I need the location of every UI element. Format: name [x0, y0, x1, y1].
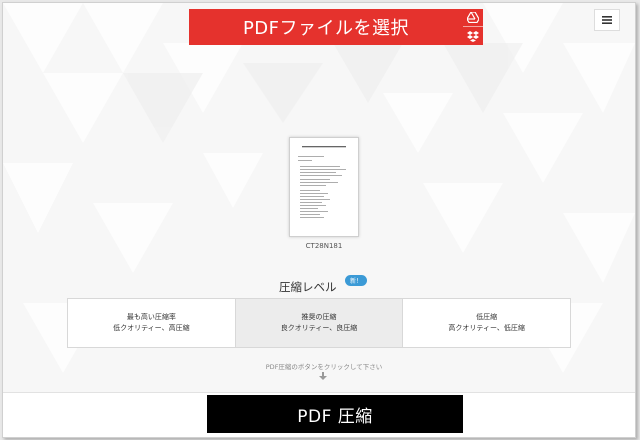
option-recommended-compression[interactable]: 推奨の圧縮 良クオリティー、良圧縮 [235, 299, 404, 347]
compress-pdf-label: PDF 圧縮 [297, 406, 373, 427]
option-description: 高クオリティー、低圧縮 [448, 324, 525, 332]
option-extreme-compression[interactable]: 最も高い圧縮率 低クオリティー、高圧縮 [68, 299, 236, 347]
document-preview-image [298, 146, 346, 218]
hamburger-menu-icon [602, 16, 612, 24]
dropbox-button[interactable] [463, 27, 483, 45]
option-title: 推奨の圧縮 [301, 313, 337, 321]
new-badge: 新！ [345, 275, 367, 286]
google-drive-icon [467, 12, 479, 23]
compression-level-title: 圧縮レベル [279, 280, 337, 294]
google-drive-button[interactable] [463, 9, 483, 27]
compress-hint: PDF圧縮のボタンをクリックして下さい [265, 363, 383, 371]
option-title: 最も高い圧縮率 [126, 313, 176, 321]
option-description: 良クオリティー、良圧縮 [280, 324, 358, 332]
option-low-compression[interactable]: 低圧縮 高クオリティー、低圧縮 [403, 299, 570, 347]
cloud-source-buttons [463, 9, 483, 45]
pdf-thumbnail[interactable] [289, 137, 359, 237]
option-title: 低圧縮 [476, 313, 498, 321]
app-window: PDFファイルを選択 CT28N181 圧縮レベル 新！ 最も高い圧縮率 低クオ… [2, 2, 636, 438]
menu-button[interactable] [594, 9, 620, 31]
compress-pdf-button[interactable]: PDF 圧縮 [207, 395, 463, 433]
arrow-down-icon [319, 372, 327, 380]
dropbox-icon [467, 30, 479, 42]
select-pdf-label: PDFファイルを選択 [242, 18, 410, 39]
file-name: CT28N181 [305, 242, 343, 250]
option-description: 低クオリティー、高圧縮 [113, 324, 190, 332]
select-pdf-button[interactable]: PDFファイルを選択 [189, 9, 463, 45]
compression-options: 最も高い圧縮率 低クオリティー、高圧縮 推奨の圧縮 良クオリティー、良圧縮 低圧… [67, 298, 571, 348]
